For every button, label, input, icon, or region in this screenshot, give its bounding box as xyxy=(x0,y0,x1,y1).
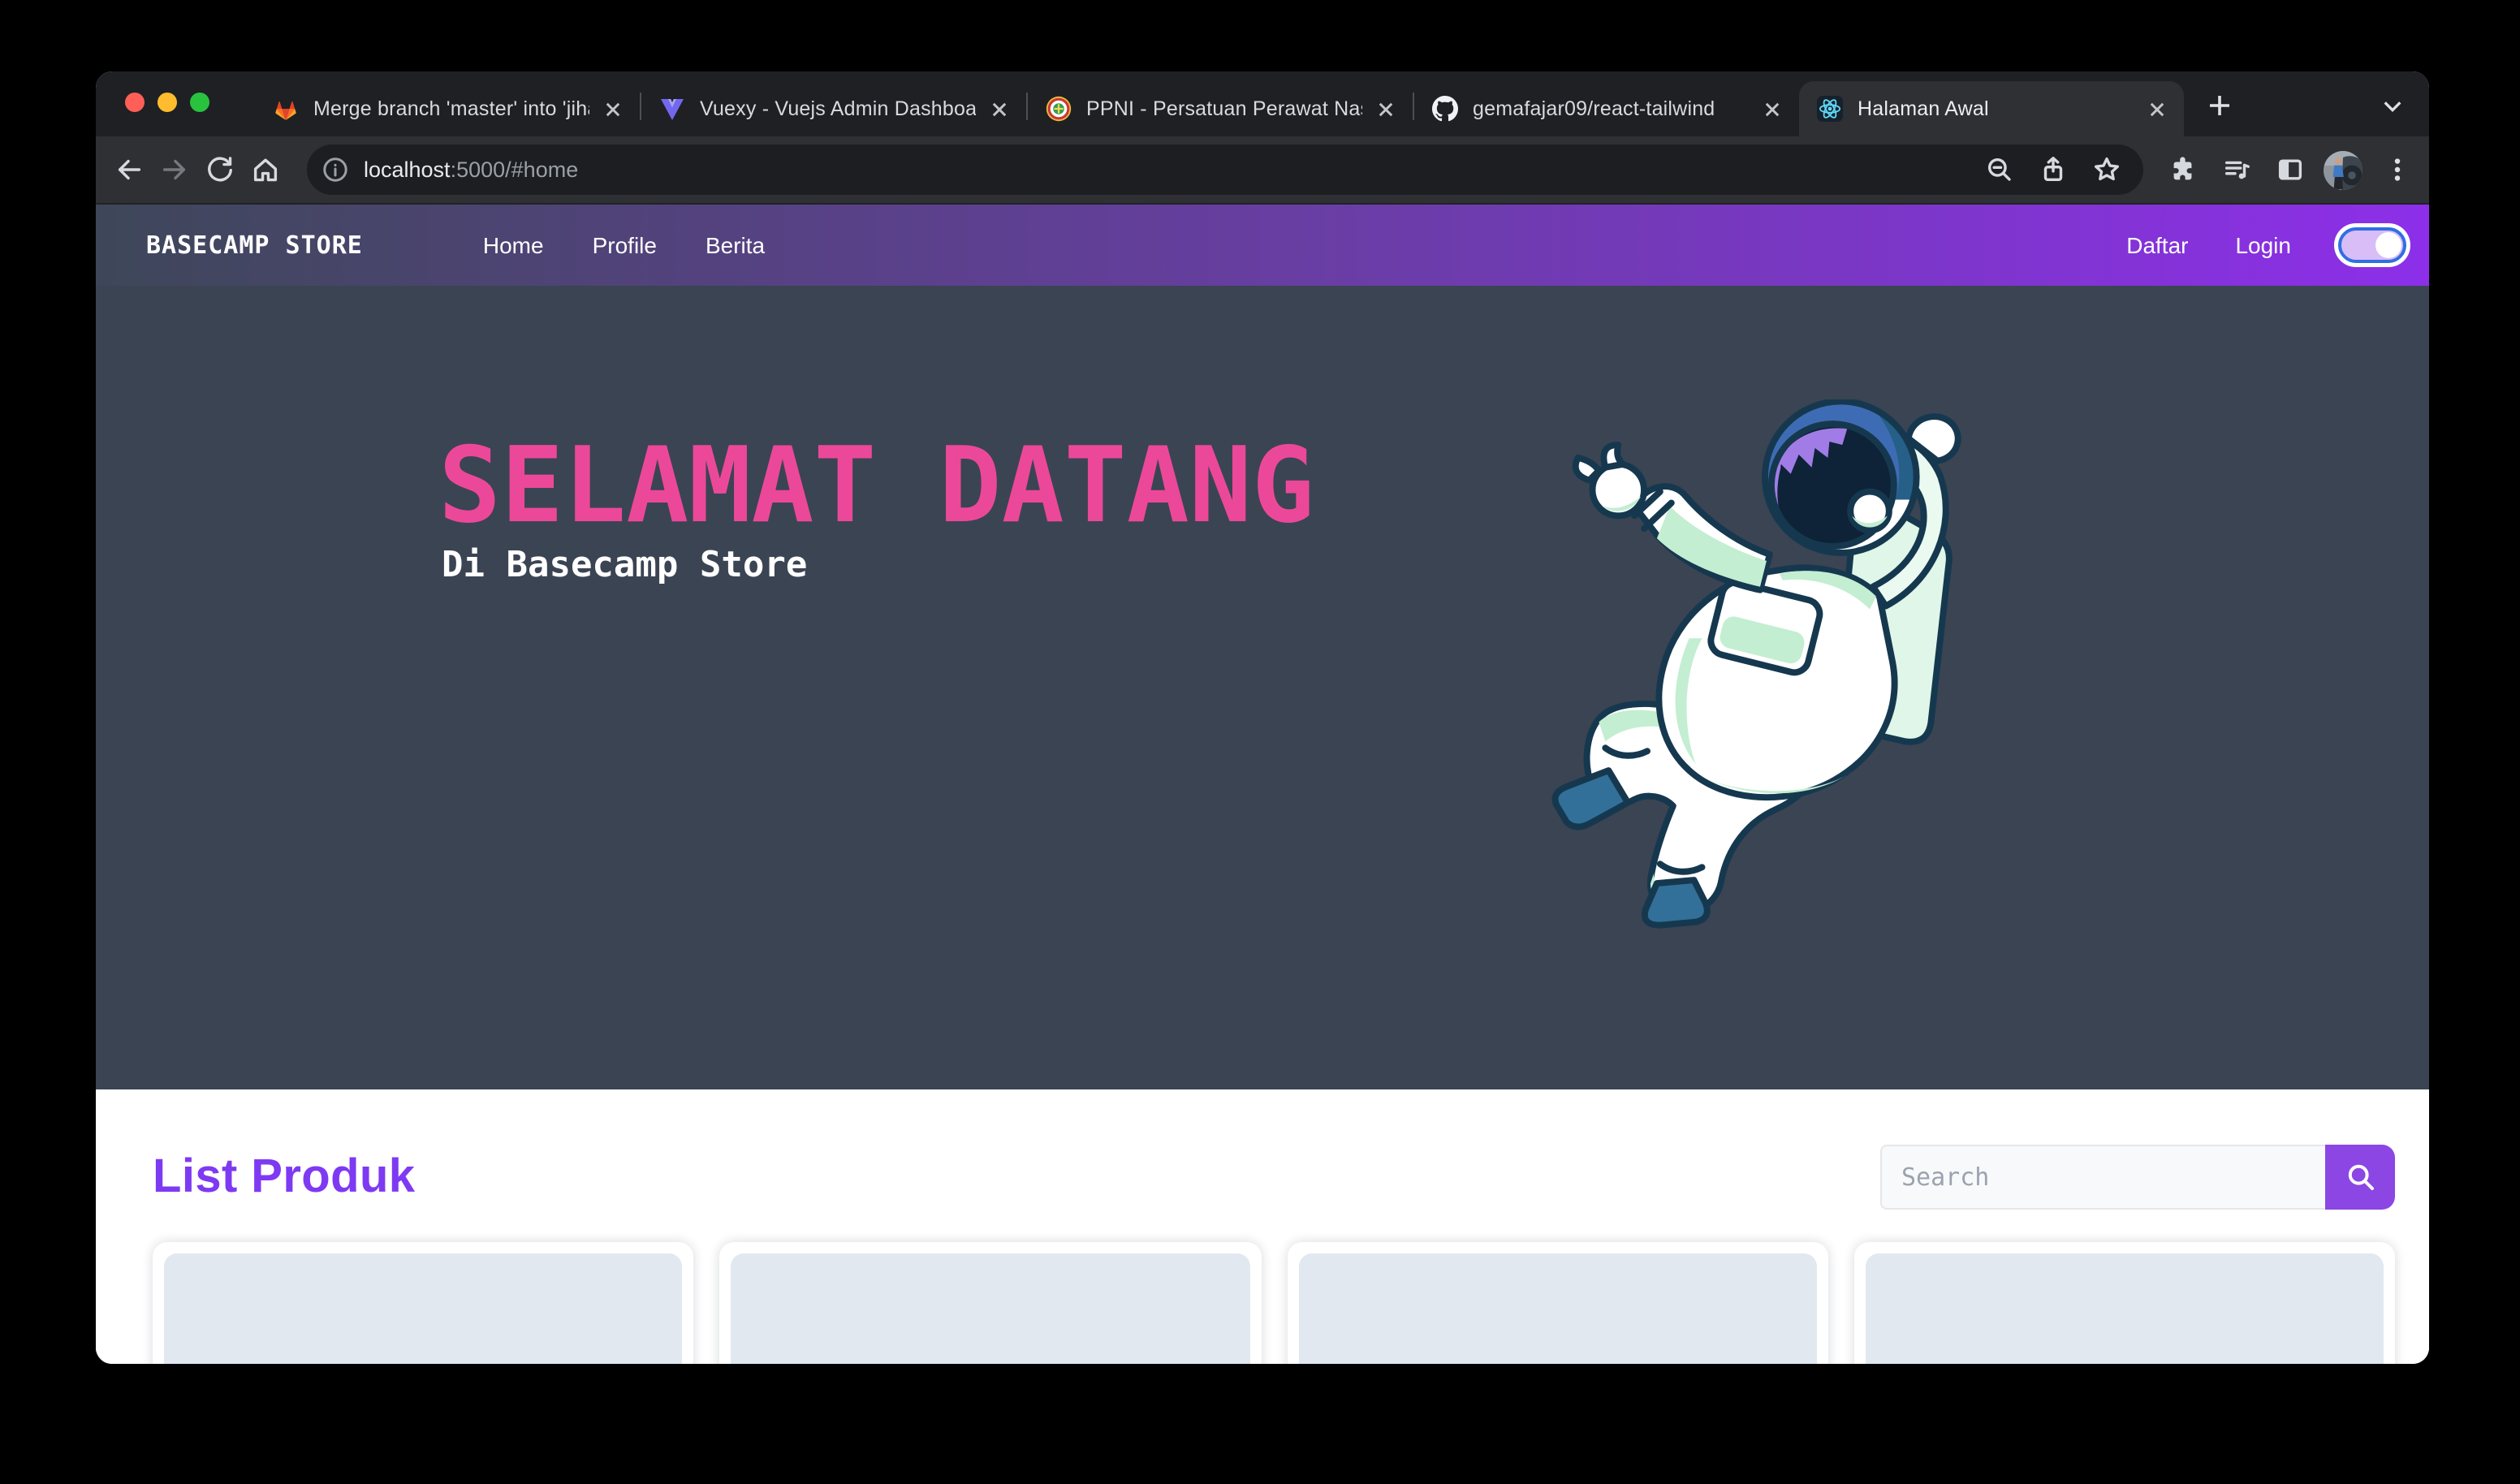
home-button[interactable] xyxy=(242,147,287,192)
nav-links: Home Profile Berita xyxy=(483,232,765,258)
url-host: localhost xyxy=(364,157,451,182)
tab-list-chevron-down-icon[interactable] xyxy=(2375,89,2408,122)
extensions-puzzle-icon[interactable] xyxy=(2160,147,2205,192)
nav-link-berita[interactable]: Berita xyxy=(706,232,765,258)
product-image-placeholder xyxy=(1866,1253,2384,1364)
nav-right: Daftar Login xyxy=(2126,227,2406,263)
web-page: BASECAMP STORE Home Profile Berita Dafta… xyxy=(96,205,2429,1364)
product-card[interactable] xyxy=(153,1242,694,1364)
forward-button[interactable] xyxy=(151,147,196,192)
side-panel-icon[interactable] xyxy=(2267,147,2312,192)
search-bar xyxy=(1880,1145,2395,1210)
tab-strip: Merge branch 'master' into 'jiha Vuexy -… xyxy=(96,71,2429,136)
browser-menu-dots-icon[interactable] xyxy=(2374,147,2419,192)
address-bar[interactable]: localhost:5000/#home xyxy=(307,145,2143,195)
tab-close-icon[interactable] xyxy=(1758,95,1786,123)
search-button[interactable] xyxy=(2325,1145,2395,1210)
tab-close-icon[interactable] xyxy=(986,95,1013,123)
reload-button[interactable] xyxy=(196,147,242,192)
product-image-placeholder xyxy=(1298,1253,1817,1364)
product-card-list xyxy=(153,1242,2395,1364)
window-close-button[interactable] xyxy=(125,93,145,112)
zoom-icon[interactable] xyxy=(1978,149,2020,191)
ppni-icon xyxy=(1046,96,1072,122)
browser-toolbar: localhost:5000/#home xyxy=(96,136,2429,205)
hero-subtitle: Di Basecamp Store xyxy=(442,546,807,589)
astronaut-illustration xyxy=(1534,399,1986,932)
tab-halaman-awal-active[interactable]: Halaman Awal xyxy=(1799,81,2184,136)
nav-link-login[interactable]: Login xyxy=(2235,232,2291,258)
tab-close-icon[interactable] xyxy=(2143,95,2171,123)
tab-title: Merge branch 'master' into 'jiha xyxy=(313,97,589,120)
browser-window: Merge branch 'master' into 'jiha Vuexy -… xyxy=(96,71,2429,1364)
gitlab-icon xyxy=(273,96,299,122)
vuexy-icon xyxy=(659,96,685,122)
react-icon xyxy=(1817,96,1843,122)
toolbar-right-icons xyxy=(2160,147,2419,192)
product-image-placeholder xyxy=(164,1253,683,1364)
address-bar-icons xyxy=(1978,149,2127,191)
nav-link-daftar[interactable]: Daftar xyxy=(2126,232,2188,258)
media-playlist-icon[interactable] xyxy=(2213,147,2259,192)
tab-vuexy[interactable]: Vuexy - Vuejs Admin Dashboard xyxy=(641,81,1026,136)
products-section: List Produk xyxy=(96,1089,2429,1364)
github-icon xyxy=(1432,96,1458,122)
product-image-placeholder xyxy=(731,1253,1250,1364)
share-icon[interactable] xyxy=(2031,149,2073,191)
search-icon xyxy=(2345,1163,2375,1192)
window-zoom-button[interactable] xyxy=(190,93,209,112)
nav-link-profile[interactable]: Profile xyxy=(593,232,657,258)
tabs: Merge branch 'master' into 'jiha Vuexy -… xyxy=(255,81,2184,136)
tab-title: PPNI - Persatuan Perawat Nasio xyxy=(1086,97,1362,120)
window-controls xyxy=(125,93,209,112)
bookmark-star-icon[interactable] xyxy=(2085,149,2127,191)
site-info-icon[interactable] xyxy=(321,156,349,183)
tab-close-icon[interactable] xyxy=(1372,95,1400,123)
back-button[interactable] xyxy=(106,147,151,192)
product-card[interactable] xyxy=(1287,1242,1828,1364)
window-minimize-button[interactable] xyxy=(158,93,177,112)
hero-section: SELAMAT DATANG Di Basecamp Store xyxy=(96,286,2429,1089)
tab-title: Halaman Awal xyxy=(1858,97,2134,120)
tab-gitlab[interactable]: Merge branch 'master' into 'jiha xyxy=(255,81,640,136)
tab-title: gemafajar09/react-tailwind xyxy=(1473,97,1749,120)
url-path: :5000/#home xyxy=(451,157,579,182)
products-heading: List Produk xyxy=(153,1150,415,1204)
tab-title: Vuexy - Vuejs Admin Dashboard xyxy=(700,97,976,120)
tab-ppni[interactable]: PPNI - Persatuan Perawat Nasio xyxy=(1028,81,1413,136)
hero-title: SELAMAT DATANG xyxy=(438,435,1314,539)
product-card[interactable] xyxy=(720,1242,1262,1364)
tab-github[interactable]: gemafajar09/react-tailwind xyxy=(1414,81,1799,136)
theme-toggle-knob xyxy=(2375,232,2401,258)
nav-link-home[interactable]: Home xyxy=(483,232,544,258)
product-card[interactable] xyxy=(1854,1242,2396,1364)
products-header: List Produk xyxy=(153,1143,2395,1211)
site-brand[interactable]: BASECAMP STORE xyxy=(146,231,363,260)
theme-toggle[interactable] xyxy=(2338,227,2406,263)
url-text[interactable]: localhost:5000/#home xyxy=(364,157,1978,182)
profile-avatar[interactable] xyxy=(2320,147,2366,192)
search-input[interactable] xyxy=(1880,1145,2325,1210)
site-navbar: BASECAMP STORE Home Profile Berita Dafta… xyxy=(96,205,2429,286)
screen: Merge branch 'master' into 'jiha Vuexy -… xyxy=(0,0,2520,1484)
new-tab-button[interactable] xyxy=(2200,86,2239,125)
tab-close-icon[interactable] xyxy=(599,95,627,123)
